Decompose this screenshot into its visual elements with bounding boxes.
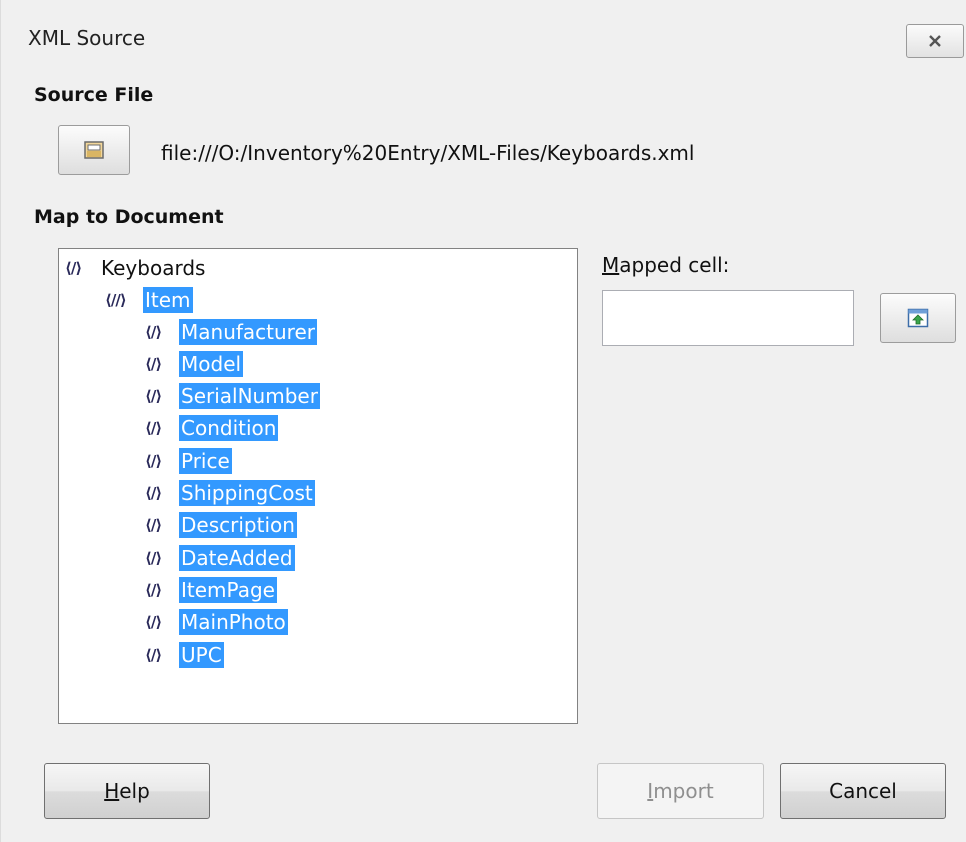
xml-element-icon: ⟨/⟩ bbox=[145, 451, 162, 470]
mapped-cell-input[interactable] bbox=[602, 290, 854, 346]
tree-node-label: Item bbox=[143, 286, 193, 313]
tree-node-child[interactable]: ⟨/⟩ Price bbox=[145, 444, 232, 477]
tree-node-child[interactable]: ⟨/⟩ MainPhoto bbox=[145, 606, 288, 639]
tree-node-label: SerialNumber bbox=[179, 383, 320, 410]
tree-node-label: DateAdded bbox=[179, 544, 295, 571]
tree-node-child[interactable]: ⟨/⟩ DateAdded bbox=[145, 541, 295, 574]
tree-node-label: ItemPage bbox=[179, 576, 277, 603]
window-title: XML Source bbox=[28, 26, 146, 50]
tree-node-label: UPC bbox=[179, 641, 224, 668]
map-to-document-heading: Map to Document bbox=[34, 206, 224, 228]
xml-repeating-element-icon: ⟨//⟩ bbox=[105, 290, 127, 309]
tree-node-child[interactable]: ⟨/⟩ Model bbox=[145, 347, 244, 380]
tree-node-child[interactable]: ⟨/⟩ Condition bbox=[145, 412, 279, 445]
xml-source-dialog: XML Source Source File file:///O:/Invent… bbox=[0, 0, 966, 842]
tree-node-label: Model bbox=[179, 350, 244, 377]
tree-node-label: Keyboards bbox=[101, 255, 206, 280]
tree-node-item[interactable]: ⟨//⟩ Item bbox=[105, 283, 193, 316]
mapped-cell-label: Mapped cell: bbox=[602, 253, 730, 277]
source-file-path: file:///O:/Inventory%20Entry/XML-Files/K… bbox=[161, 141, 695, 165]
xml-element-icon: ⟨/⟩ bbox=[145, 516, 162, 535]
close-button[interactable] bbox=[906, 24, 964, 58]
xml-element-icon: ⟨/⟩ bbox=[145, 645, 162, 664]
source-file-heading: Source File bbox=[34, 84, 154, 106]
xml-element-icon: ⟨/⟩ bbox=[145, 354, 162, 373]
import-button[interactable]: Import bbox=[597, 763, 764, 819]
tree-node-label: MainPhoto bbox=[179, 609, 288, 636]
tree-node-child[interactable]: ⟨/⟩ UPC bbox=[145, 638, 224, 671]
xml-element-icon: ⟨/⟩ bbox=[65, 258, 82, 277]
xml-element-icon: ⟨/⟩ bbox=[145, 548, 162, 567]
browse-button[interactable] bbox=[58, 125, 130, 175]
help-button[interactable]: Help bbox=[44, 763, 210, 819]
cancel-button[interactable]: Cancel bbox=[780, 763, 946, 819]
xml-element-icon: ⟨/⟩ bbox=[145, 322, 162, 341]
xml-element-icon: ⟨/⟩ bbox=[145, 484, 162, 502]
xml-element-icon: ⟨/⟩ bbox=[145, 419, 162, 438]
xml-structure-tree[interactable]: ⟨/⟩ Keyboards ⟨//⟩ Item ⟨/⟩ Manufacturer ⟨… bbox=[58, 248, 578, 724]
tree-node-label: Manufacturer bbox=[179, 318, 317, 345]
tree-node-child[interactable]: ⟨/⟩ Description bbox=[145, 509, 297, 542]
tree-node-child[interactable]: ⟨/⟩ ItemPage bbox=[145, 573, 277, 606]
tree-node-root[interactable]: ⟨/⟩ Keyboards bbox=[65, 251, 207, 284]
title-bar: XML Source bbox=[1, 0, 966, 78]
folder-icon bbox=[84, 141, 104, 159]
tree-node-child[interactable]: ⟨/⟩ ShippingCost bbox=[145, 477, 315, 510]
select-cell-button[interactable] bbox=[880, 293, 956, 343]
close-icon bbox=[929, 35, 941, 47]
tree-node-child[interactable]: ⟨/⟩ Manufacturer bbox=[145, 315, 317, 348]
xml-element-icon: ⟨/⟩ bbox=[145, 613, 162, 632]
tree-node-child[interactable]: ⟨/⟩ SerialNumber bbox=[145, 380, 320, 413]
select-cell-icon bbox=[907, 308, 929, 328]
tree-node-label: Description bbox=[179, 512, 297, 539]
tree-node-label: Condition bbox=[179, 415, 279, 442]
xml-element-icon: ⟨/⟩ bbox=[145, 387, 162, 406]
tree-node-label: ShippingCost bbox=[179, 480, 315, 506]
xml-element-icon: ⟨/⟩ bbox=[145, 580, 162, 599]
tree-node-label: Price bbox=[179, 447, 232, 474]
